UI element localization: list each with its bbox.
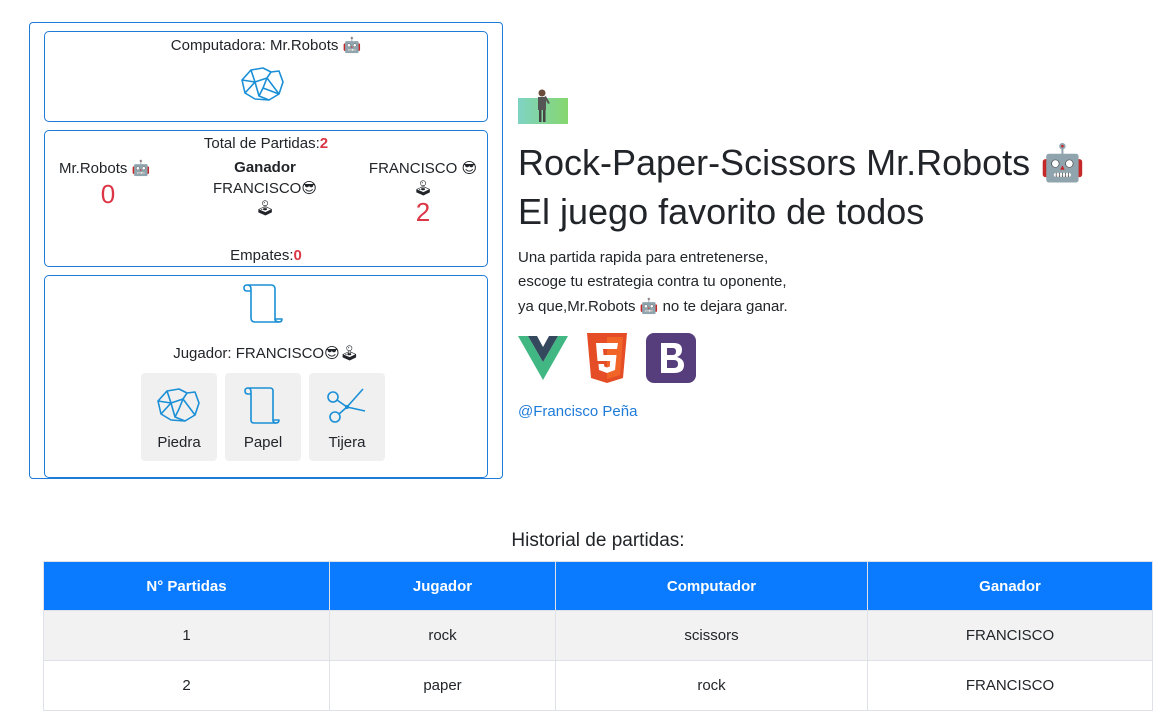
scissors-button-label: Tijera [328, 434, 366, 451]
desc-line-2: escoge tu estrategia contra tu oponente, [518, 273, 787, 290]
winner-line: FRANCISCO😎 [195, 179, 335, 197]
cell-winner: FRANCISCO [867, 610, 1153, 661]
paper-icon [243, 284, 283, 323]
rock-button[interactable]: Piedra [141, 373, 217, 461]
hero-section: Rock-Paper-Scissors Mr.Robots 🤖 El juego… [518, 88, 1158, 421]
page-title: Rock-Paper-Scissors Mr.Robots 🤖 El juego… [518, 139, 1158, 236]
desc-line-3: ya que,Mr.Robots [518, 298, 636, 315]
paper-icon [244, 387, 280, 424]
history-title: Historial de partidas: [511, 530, 685, 551]
computer-card: Computadora: Mr.Robots 🤖 [44, 31, 488, 122]
computer-label: Computadora: Mr.Robots 🤖 [45, 36, 487, 54]
cell-game-number: 1 [43, 610, 330, 661]
column-header-winner: Ganador [867, 561, 1153, 611]
table-row: 1 rock scissors FRANCISCO [43, 610, 1153, 661]
winner-block: Ganador FRANCISCO😎 🕹 [195, 159, 335, 217]
player-score-block: FRANCISCO 😎 🕹 2 [363, 159, 483, 228]
draws-value: 0 [293, 247, 302, 264]
joystick-icon: 🕹 [413, 179, 433, 197]
player-label: Jugador: FRANCISCO😎🕹 [45, 344, 487, 362]
businessman-image [518, 89, 568, 124]
vue-logo [518, 336, 568, 380]
rock-icon [241, 67, 284, 101]
column-header-player: Jugador [329, 561, 556, 611]
choice-buttons: Piedra Papel Tijera [141, 373, 385, 461]
cell-winner: FRANCISCO [867, 660, 1153, 711]
robot-icon: 🤖 [131, 159, 151, 177]
computer-name: Mr.Robots [59, 160, 128, 177]
player-score: 2 [415, 197, 431, 227]
author-link[interactable]: @Francisco Peña [518, 403, 637, 420]
game-panel: Computadora: Mr.Robots 🤖 Total de Partid… [29, 22, 503, 479]
score-card: Total de Partidas:2 Mr.Robots 🤖 0 Ganado… [44, 130, 488, 267]
desc-line-3-end: no te dejara ganar. [658, 298, 788, 315]
title-line-2: El juego favorito de todos [518, 191, 925, 232]
scissors-icon [327, 388, 366, 423]
sunglasses-icon: 😎 [324, 344, 340, 362]
paper-button-label: Papel [243, 434, 283, 451]
table-header-row: N° Partidas Jugador Computador Ganador [43, 561, 1153, 611]
player-card: Jugador: FRANCISCO😎🕹 Piedra Papel Tijera [44, 275, 488, 478]
table-row: 2 paper rock FRANCISCO [43, 660, 1153, 711]
sunglasses-icon: 😎 [461, 159, 478, 177]
joystick-icon: 🕹 [339, 344, 359, 362]
joystick-icon: 🕹 [255, 199, 275, 217]
robot-icon: 🤖 [639, 297, 659, 315]
cell-player-choice: paper [329, 660, 556, 711]
cell-computer-choice: rock [555, 660, 868, 711]
draws: Empates:0 [45, 247, 487, 264]
robot-icon: 🤖 [342, 36, 362, 54]
computer-score-block: Mr.Robots 🤖 0 [59, 159, 159, 210]
column-header-computer: Computador [555, 561, 868, 611]
computer-label-text: Computadora: Mr.Robots [170, 37, 339, 54]
history-table: N° Partidas Jugador Computador Ganador 1… [43, 561, 1153, 711]
bootstrap-logo [646, 333, 696, 383]
rock-icon [157, 388, 200, 422]
winner-heading: Ganador [234, 159, 296, 176]
cell-player-choice: rock [329, 610, 556, 661]
title-line-1: Rock-Paper-Scissors Mr.Robots [518, 142, 1031, 183]
draws-label: Empates: [230, 247, 294, 264]
cell-computer-choice: scissors [555, 610, 868, 661]
player-label-text: Jugador: FRANCISCO [173, 345, 325, 362]
computer-score: 0 [100, 179, 116, 209]
cell-game-number: 2 [43, 660, 330, 711]
winner-name: FRANCISCO [213, 180, 302, 197]
html5-logo [587, 333, 627, 383]
scissors-button[interactable]: Tijera [309, 373, 385, 461]
total-games-label: Total de Partidas: [203, 135, 320, 152]
sunglasses-icon: 😎 [301, 179, 317, 197]
tech-logos [518, 333, 1158, 383]
rock-button-label: Piedra [157, 434, 201, 451]
desc-line-1: Una partida rapida para entretenerse, [518, 249, 769, 266]
paper-button[interactable]: Papel [225, 373, 301, 461]
robot-icon: 🤖 [1040, 143, 1085, 184]
total-games: Total de Partidas:2 [45, 135, 487, 152]
column-header-games: N° Partidas [43, 561, 330, 611]
description: Una partida rapida para entretenerse, es… [518, 246, 1158, 319]
player-name: FRANCISCO [368, 160, 458, 177]
total-games-value: 2 [319, 135, 329, 152]
